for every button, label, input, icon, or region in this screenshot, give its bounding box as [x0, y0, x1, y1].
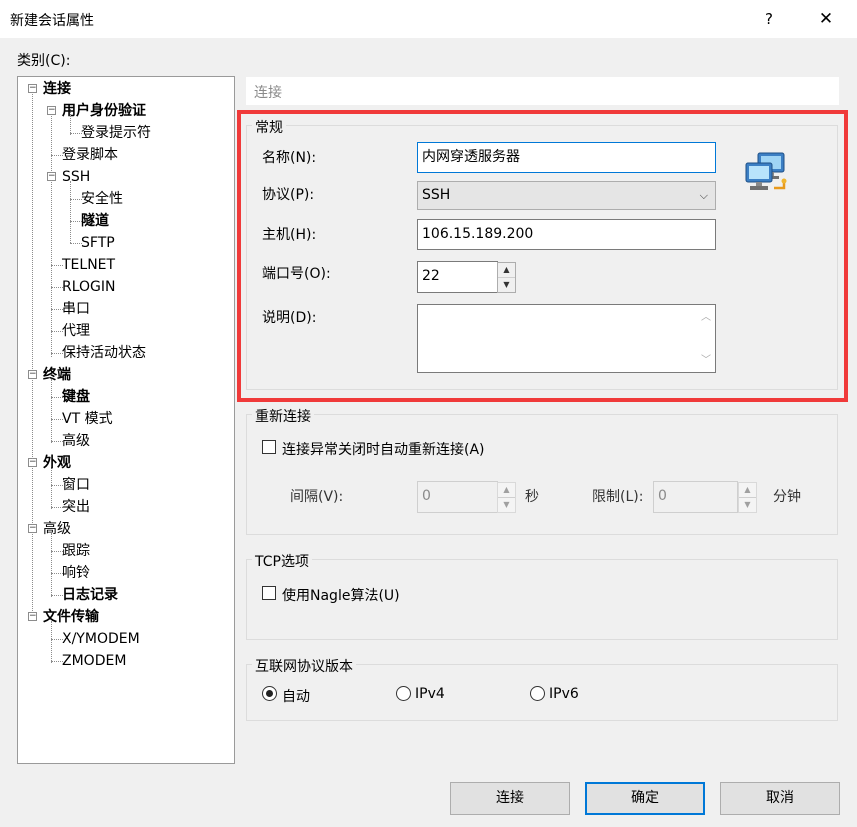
interval-label: 间隔(V): — [290, 489, 344, 505]
tree-item-terminal[interactable]: 终端 — [43, 365, 71, 385]
reconnect-group-title: 重新连接 — [252, 406, 314, 426]
auto-reconnect-checkbox[interactable] — [262, 440, 276, 454]
tree-expander-appearance[interactable]: − — [28, 458, 37, 467]
tree-expander-ssh[interactable]: − — [47, 172, 56, 181]
spin-up-icon[interactable]: ▲ — [739, 483, 756, 498]
ip-version-group-title: 互联网协议版本 — [252, 656, 356, 676]
nagle-label[interactable]: 使用Nagle算法(U) — [282, 585, 400, 605]
ipv6-label[interactable]: IPv6 — [549, 686, 579, 702]
section-header-title: 连接 — [254, 85, 282, 101]
tree-item-login-script[interactable]: 登录脚本 — [62, 145, 118, 165]
tree-item-window[interactable]: 窗口 — [62, 475, 90, 495]
tree-item-appearance[interactable]: 外观 — [43, 453, 71, 473]
spin-up-icon[interactable]: ▲ — [498, 483, 515, 498]
tree-expander-advanced[interactable]: − — [28, 524, 37, 533]
tree-expander-connection[interactable]: − — [28, 84, 37, 93]
tree-item-bell[interactable]: 响铃 — [62, 563, 90, 583]
tree-item-ssh[interactable]: SSH — [62, 167, 90, 187]
tcp-group-title: TCP选项 — [252, 551, 312, 571]
category-label: 类别(C): — [17, 53, 71, 69]
tree-item-trace[interactable]: 跟踪 — [62, 541, 90, 561]
spin-down-icon[interactable]: ▼ — [498, 498, 515, 513]
tree-item-proxy[interactable]: 代理 — [62, 321, 90, 341]
section-header: 连接 — [246, 77, 839, 105]
ipv4-label[interactable]: IPv4 — [415, 686, 445, 702]
tree-item-tunneling[interactable]: 隧道 — [81, 211, 109, 231]
highlight-frame — [237, 110, 848, 402]
nagle-checkbox[interactable] — [262, 586, 276, 600]
interval-unit: 秒 — [525, 489, 539, 505]
tree-item-connection[interactable]: 连接 — [43, 79, 71, 99]
connect-button[interactable]: 连接 — [450, 782, 570, 815]
ip-auto-radio[interactable] — [262, 686, 277, 701]
ipv4-radio[interactable] — [396, 686, 411, 701]
tree-item-security[interactable]: 安全性 — [81, 189, 123, 209]
tree-item-keyboard[interactable]: 键盘 — [62, 387, 90, 407]
spin-down-icon[interactable]: ▼ — [739, 498, 756, 513]
ok-button[interactable]: 确定 — [585, 782, 705, 815]
tree-item-advanced[interactable]: 高级 — [43, 519, 71, 539]
tree-expander-file-transfer[interactable]: − — [28, 612, 37, 621]
tree-item-serial[interactable]: 串口 — [62, 299, 90, 319]
title-bar: 新建会话属性 ? ✕ — [0, 0, 857, 38]
tree-expander-terminal[interactable]: − — [28, 370, 37, 379]
tree-item-auth[interactable]: 用户身份验证 — [62, 101, 146, 121]
reconnect-group — [246, 414, 838, 535]
help-button[interactable]: ? — [752, 0, 786, 38]
tree-item-zmodem[interactable]: ZMODEM — [62, 651, 126, 671]
limit-label: 限制(L): — [592, 489, 644, 505]
limit-unit: 分钟 — [773, 489, 801, 505]
window-title: 新建会话属性 — [10, 13, 94, 29]
limit-input[interactable]: 0 — [653, 481, 738, 513]
tree-item-xymodem[interactable]: X/YMODEM — [62, 629, 140, 649]
limit-spinner[interactable]: ▲ ▼ — [738, 482, 757, 513]
tree-item-logging[interactable]: 日志记录 — [62, 585, 118, 605]
interval-spinner[interactable]: ▲ ▼ — [497, 482, 516, 513]
tree-item-file-transfer[interactable]: 文件传输 — [43, 607, 99, 627]
tree-item-terminal-advanced[interactable]: 高级 — [62, 431, 90, 451]
interval-input[interactable]: 0 — [417, 481, 498, 513]
tree-item-keep-alive[interactable]: 保持活动状态 — [62, 343, 146, 363]
ipv6-radio[interactable] — [530, 686, 545, 701]
tree-item-telnet[interactable]: TELNET — [62, 255, 115, 275]
category-tree[interactable]: − − − − − − − 连接 用户身份验证 登录提示符 登录脚本 SSH 安… — [17, 76, 235, 764]
auto-reconnect-label[interactable]: 连接异常关闭时自动重新连接(A) — [282, 439, 485, 459]
tree-item-highlight[interactable]: 突出 — [62, 497, 90, 517]
tree-expander-auth[interactable]: − — [47, 106, 56, 115]
tree-item-sftp[interactable]: SFTP — [81, 233, 115, 253]
close-button[interactable]: ✕ — [806, 0, 846, 38]
cancel-button[interactable]: 取消 — [720, 782, 840, 815]
ip-auto-label[interactable]: 自动 — [282, 686, 310, 706]
tree-item-vt-mode[interactable]: VT 模式 — [62, 409, 113, 429]
tree-item-login-prompts[interactable]: 登录提示符 — [81, 123, 151, 143]
tree-item-rlogin[interactable]: RLOGIN — [62, 277, 116, 297]
